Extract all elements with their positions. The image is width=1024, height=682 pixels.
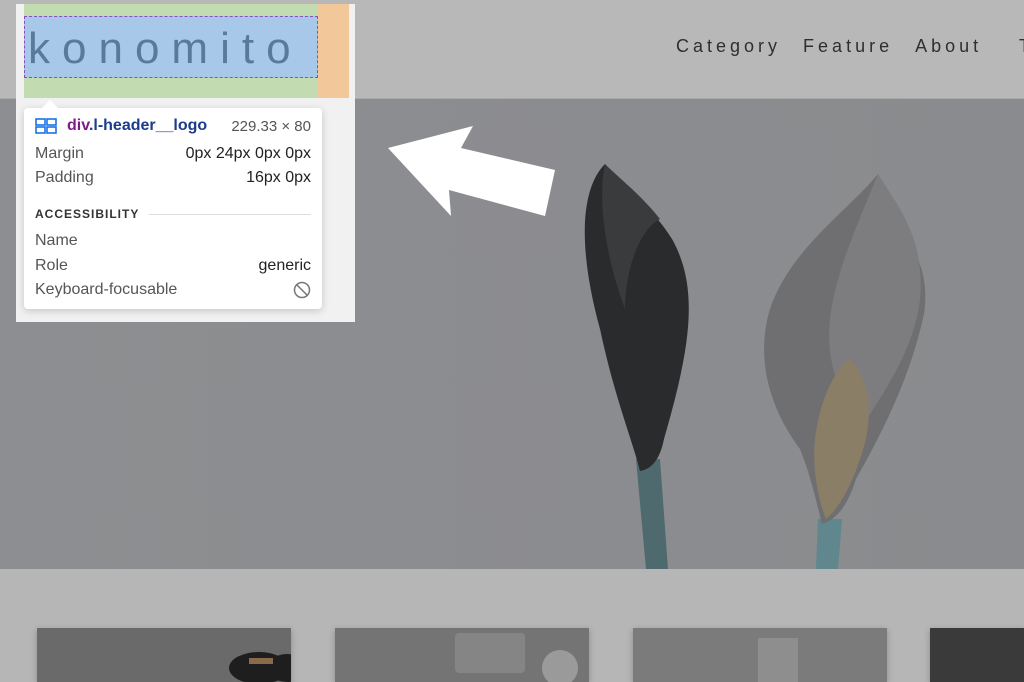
padding-row: Padding 16px 0px (35, 169, 311, 187)
nav-category[interactable]: Category (676, 36, 781, 57)
focusable-label: Keyboard-focusable (35, 281, 178, 298)
padding-label: Padding (35, 169, 94, 186)
nav-feature[interactable]: Feature (803, 36, 893, 57)
flex-layout-icon (35, 118, 57, 134)
nav-item-cut-off[interactable]: T (1019, 36, 1024, 58)
element-selector: div.l-header__logo (67, 117, 207, 135)
stationery-photo (633, 628, 887, 682)
main-nav: Category Feature About (676, 36, 1004, 57)
annotation-arrow-icon (388, 126, 555, 216)
focusable-row: Keyboard-focusable (35, 281, 311, 299)
shoes-photo (37, 628, 291, 682)
site-logo[interactable]: konomito (28, 24, 303, 74)
divider (149, 213, 311, 215)
padding-value: 16px 0px (246, 169, 311, 186)
article-thumbnail[interactable] (37, 628, 291, 682)
selector-class: .l-header__logo (88, 117, 208, 134)
article-thumbnail[interactable] (633, 628, 887, 682)
inspect-tooltip: div.l-header__logo 229.33 × 80 Margin 0p… (24, 100, 322, 309)
role-value: generic (258, 257, 311, 274)
article-thumbnail[interactable] (930, 628, 1024, 682)
name-row: Name (35, 232, 311, 250)
selector-tag: div (67, 117, 89, 134)
nav-about[interactable]: About (915, 36, 982, 57)
element-dimensions: 229.33 × 80 (231, 117, 311, 135)
margin-row: Margin 0px 24px 0px 0px (35, 145, 311, 163)
role-row: Role generic (35, 257, 311, 275)
tooltip-header: div.l-header__logo 229.33 × 80 (35, 117, 311, 135)
margin-label: Margin (35, 145, 84, 162)
article-thumbnail[interactable] (335, 628, 589, 682)
accessibility-section-title: ACCESSIBILITY (35, 207, 311, 221)
margin-highlight (318, 4, 349, 98)
not-allowed-icon (293, 281, 311, 299)
section-title: ACCESSIBILITY (35, 207, 140, 221)
margin-value: 0px 24px 0px 0px (185, 145, 311, 162)
desk-photo (335, 628, 589, 682)
name-label: Name (35, 232, 78, 249)
role-label: Role (35, 257, 68, 274)
